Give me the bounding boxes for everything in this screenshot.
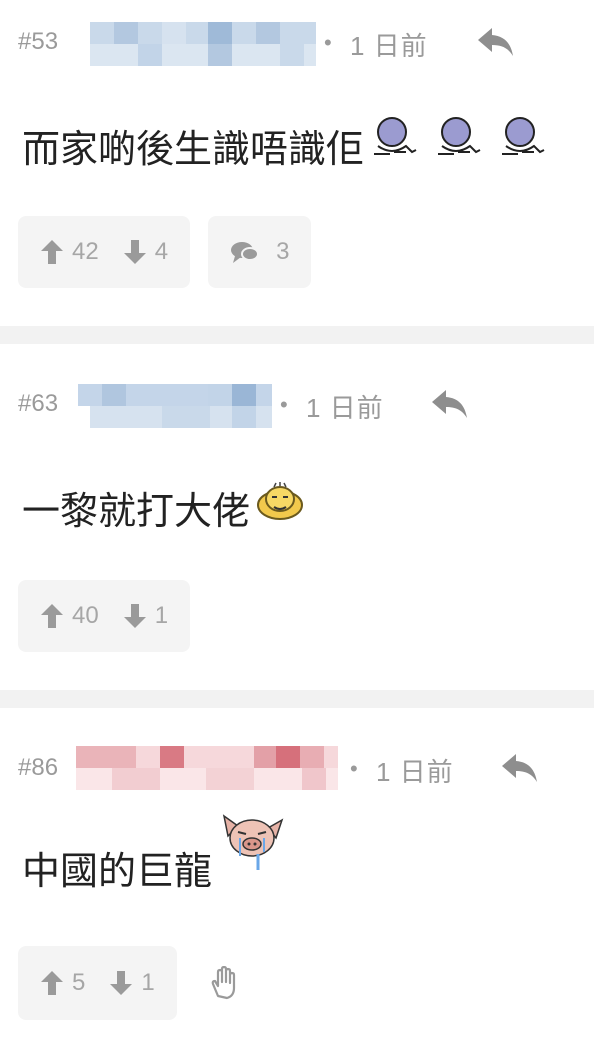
username-pixelated[interactable] (76, 746, 338, 792)
reply-button[interactable] (500, 750, 540, 786)
reply-icon (432, 390, 467, 418)
post-actions: 5 1 (18, 946, 241, 1020)
post-header: #86 • 1 日前 (0, 744, 594, 800)
raise-hand-button[interactable] (209, 946, 241, 1020)
downvote-button[interactable]: 4 (123, 238, 168, 266)
post-header: #63 • 1 日前 (0, 380, 594, 436)
upvote-count: 40 (72, 602, 99, 629)
username-pixelated[interactable] (78, 384, 272, 428)
arrow-down-icon (110, 971, 133, 995)
separator-dot: • (324, 30, 332, 55)
separator-dot: • (280, 392, 288, 417)
arrow-up-icon (41, 240, 63, 264)
yellow-face-emoji-icon (254, 481, 306, 535)
vote-box: 5 1 (18, 946, 177, 1020)
downvote-button[interactable]: 1 (123, 602, 168, 630)
post-text: 中國的巨龍 (22, 850, 213, 893)
comment-post: #53 • 1 日前 而家啲後生識唔識佢 42 4 3 (0, 0, 594, 326)
post-time: 1 日前 (350, 31, 428, 61)
reply-button[interactable] (476, 24, 516, 60)
vote-box: 42 4 (18, 216, 191, 288)
vote-box: 40 1 (18, 580, 191, 652)
crying-pig-emoji-icon (218, 812, 288, 886)
arrow-down-icon (123, 604, 146, 628)
ghost-emoji-icon (368, 116, 564, 174)
upvote-count: 5 (72, 969, 86, 996)
arrow-up-icon (41, 971, 63, 995)
reply-button[interactable] (430, 386, 470, 422)
arrow-down-icon (123, 240, 146, 264)
floor-number: #63 (18, 390, 59, 417)
arrow-up-icon (41, 604, 63, 628)
upvote-button[interactable]: 42 (40, 238, 99, 266)
downvote-count: 4 (154, 238, 169, 265)
post-divider (0, 690, 594, 708)
reply-icon (478, 28, 513, 56)
post-time: 1 日前 (306, 393, 384, 423)
upvote-button[interactable]: 40 (40, 602, 99, 630)
post-text: 而家啲後生識唔識佢 (22, 128, 365, 171)
comment-count-button[interactable]: 3 (208, 216, 312, 288)
comment-count: 3 (276, 238, 290, 265)
downvote-count: 1 (154, 602, 169, 629)
downvote-count: 1 (141, 969, 155, 996)
post-body: 而家啲後生識唔識佢 (22, 116, 564, 174)
post-body: 中國的巨龍 (22, 814, 288, 904)
post-body: 一黎就打大佬 (22, 480, 306, 535)
comment-post: #63 • 1 日前 一黎就打大佬 40 1 (0, 344, 594, 690)
raised-hand-icon (211, 966, 235, 1000)
username-pixelated[interactable] (90, 22, 316, 68)
floor-number: #86 (18, 754, 59, 781)
speech-bubbles-icon (231, 242, 260, 263)
post-actions: 40 1 (18, 580, 191, 652)
post-header: #53 • 1 日前 (0, 14, 594, 70)
floor-number: #53 (18, 28, 59, 55)
comment-post: #86 • 1 日前 中國的巨龍 5 1 (0, 708, 594, 1046)
upvote-button[interactable]: 5 (40, 969, 85, 997)
post-divider (0, 326, 594, 344)
post-time: 1 日前 (376, 757, 454, 787)
post-text: 一黎就打大佬 (22, 491, 251, 533)
post-actions: 42 4 3 (18, 216, 312, 288)
reply-icon (502, 754, 537, 782)
separator-dot: • (350, 756, 358, 781)
upvote-count: 42 (72, 238, 99, 265)
downvote-button[interactable]: 1 (109, 969, 155, 997)
